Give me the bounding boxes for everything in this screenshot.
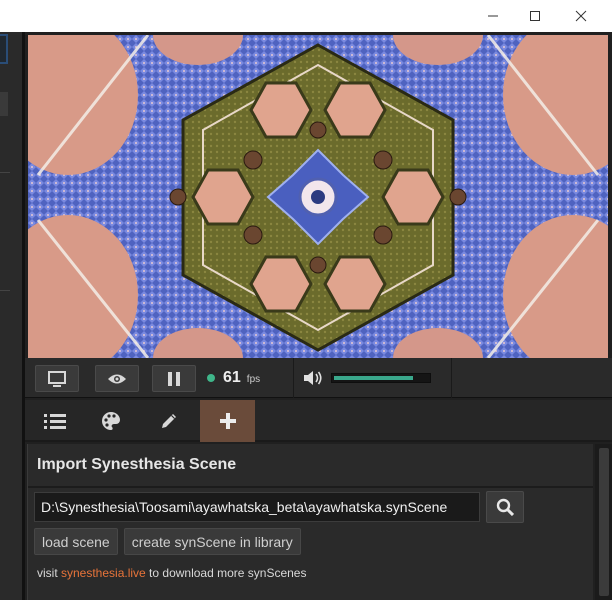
- pencil-icon: [161, 414, 176, 428]
- side-panel-edge: [0, 32, 22, 600]
- tab-palette[interactable]: [83, 400, 138, 442]
- title-bar: [0, 0, 612, 32]
- search-icon: [496, 498, 514, 516]
- maximize-button[interactable]: [512, 0, 558, 32]
- create-synscene-button[interactable]: create synScene in library: [123, 528, 301, 555]
- fps-value: 61: [223, 369, 241, 386]
- palette-icon: [101, 412, 120, 430]
- side-panel-scroll-knob[interactable]: [0, 92, 8, 116]
- hint-suffix: to download more synScenes: [145, 566, 307, 580]
- preview-visibility-button[interactable]: [95, 365, 139, 392]
- download-hint: visit synesthesia.live to download more …: [37, 566, 306, 580]
- tab-edit[interactable]: [141, 400, 196, 442]
- synesthesia-live-link[interactable]: synesthesia.live: [61, 566, 146, 580]
- main-area: 61 fps Import Synesthesia Scene D:\Synes…: [22, 32, 612, 600]
- tab-import[interactable]: [200, 400, 255, 442]
- import-scene-panel: Import Synesthesia Scene load scene crea…: [27, 444, 593, 600]
- scene-preview[interactable]: [28, 35, 608, 358]
- pause-button[interactable]: [152, 365, 196, 392]
- side-panel-divider: [0, 290, 10, 291]
- volume-slider[interactable]: [331, 373, 431, 383]
- pause-icon: [168, 371, 180, 386]
- eye-icon: [108, 374, 126, 383]
- monitor-icon: [48, 370, 66, 387]
- close-button[interactable]: [558, 0, 604, 32]
- browse-button[interactable]: [486, 491, 524, 523]
- panel-title: Import Synesthesia Scene: [28, 444, 593, 488]
- side-panel-divider: [0, 172, 10, 173]
- plus-icon: [219, 413, 236, 429]
- fps-label: fps: [246, 374, 261, 385]
- fps-readout: 61 fps: [207, 358, 260, 398]
- volume-control[interactable]: [303, 358, 431, 398]
- import-actions: load scene create synScene in library: [34, 528, 301, 555]
- control-divider: [451, 358, 452, 398]
- speaker-icon[interactable]: [303, 370, 323, 386]
- close-icon: [575, 10, 587, 22]
- control-divider: [293, 358, 294, 398]
- list-icon: [43, 414, 66, 429]
- kaleidoscope-visual: [28, 35, 608, 358]
- playback-control-bar: 61 fps: [25, 358, 612, 398]
- minimize-button[interactable]: [470, 0, 516, 32]
- volume-slider-fill: [334, 376, 413, 380]
- hint-prefix: visit: [37, 566, 61, 580]
- scene-path-input[interactable]: [34, 492, 480, 522]
- panel-scrollbar[interactable]: [595, 444, 612, 600]
- display-output-button[interactable]: [35, 365, 79, 392]
- minimize-icon: [488, 15, 498, 17]
- status-indicator: [207, 374, 215, 382]
- scrollbar-thumb[interactable]: [599, 448, 609, 596]
- load-scene-button[interactable]: load scene: [34, 528, 118, 555]
- tab-scene-list[interactable]: [27, 400, 82, 442]
- side-panel-selected-edge[interactable]: [0, 34, 8, 64]
- panel-tabs: [25, 400, 612, 442]
- maximize-icon: [530, 11, 540, 21]
